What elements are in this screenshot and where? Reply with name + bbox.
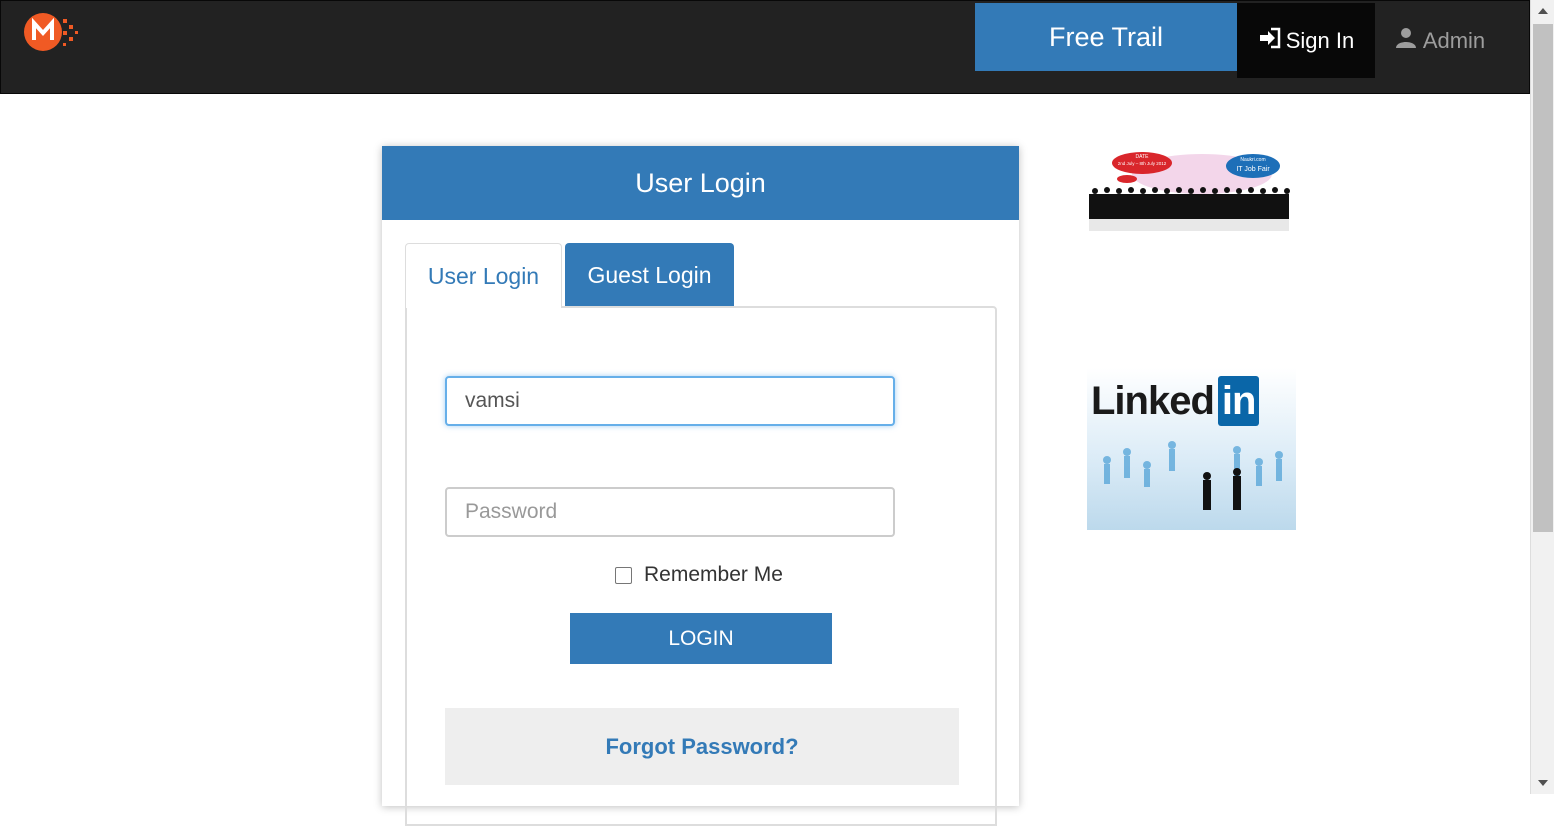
job-fair-title: IT Job Fair [1236,166,1270,173]
username-input[interactable] [445,376,895,426]
admin-link[interactable]: Admin [1375,3,1505,78]
crowd-silhouettes [1089,187,1290,219]
brand-logo[interactable] [23,9,81,55]
remember-me-row: Remember Me [615,563,783,587]
job-fair-date-label: DATE [1136,154,1150,160]
job-fair-date: 2nd July – 8th July 2012 [1118,161,1167,166]
login-form-container: Remember Me LOGIN Forgot Password? [405,306,997,826]
login-button-label: LOGIN [668,626,734,650]
password-input[interactable] [445,487,895,537]
job-fair-ad[interactable]: DATE 2nd July – 8th July 2012 Naukri.com… [1087,146,1296,233]
tab-user-login-label: User Login [427,262,540,289]
linkedin-in-badge: in [1217,376,1260,426]
forgot-password-label: Forgot Password? [605,733,799,759]
remember-me-label: Remember Me [644,563,783,586]
login-panel: User Login User Login Guest Login Rememb… [382,146,1019,826]
forgot-password-link[interactable]: Forgot Password? [445,708,959,785]
remember-me-checkbox[interactable] [615,566,632,584]
login-button[interactable]: LOGIN [570,613,832,664]
tab-guest-login-label: Guest Login [587,262,712,288]
admin-label: Admin [1422,27,1486,53]
free-trail-button[interactable]: Free Trail [975,3,1237,71]
scrollbar-thumb[interactable] [1533,24,1553,532]
linkedin-word: Linked [1091,378,1215,423]
tab-user-login[interactable]: User Login [405,243,562,308]
sign-in-icon [1258,27,1282,55]
job-fair-site: Naukri.com [1240,157,1265,163]
linkedin-network-image [1103,441,1283,510]
linkedin-logo: Linked in [1091,376,1260,426]
scroll-up-arrow-icon[interactable] [1531,0,1554,22]
vertical-scrollbar[interactable] [1530,0,1554,794]
sign-in-link[interactable]: Sign In [1237,3,1375,78]
linkedin-ad[interactable]: Linked in [1087,368,1296,530]
tab-guest-login[interactable]: Guest Login [565,243,734,308]
job-fair-banner-image: DATE 2nd July – 8th July 2012 Naukri.com… [1089,152,1290,231]
free-trail-label: Free Trail [1048,21,1164,52]
sign-in-label: Sign In [1285,27,1355,53]
scroll-down-arrow-icon[interactable] [1531,772,1554,794]
top-navbar: Free Trail Sign In Admin [0,0,1530,94]
user-icon [1395,27,1417,55]
panel-title: User Login [635,167,766,198]
panel-heading: User Login [382,146,1019,220]
